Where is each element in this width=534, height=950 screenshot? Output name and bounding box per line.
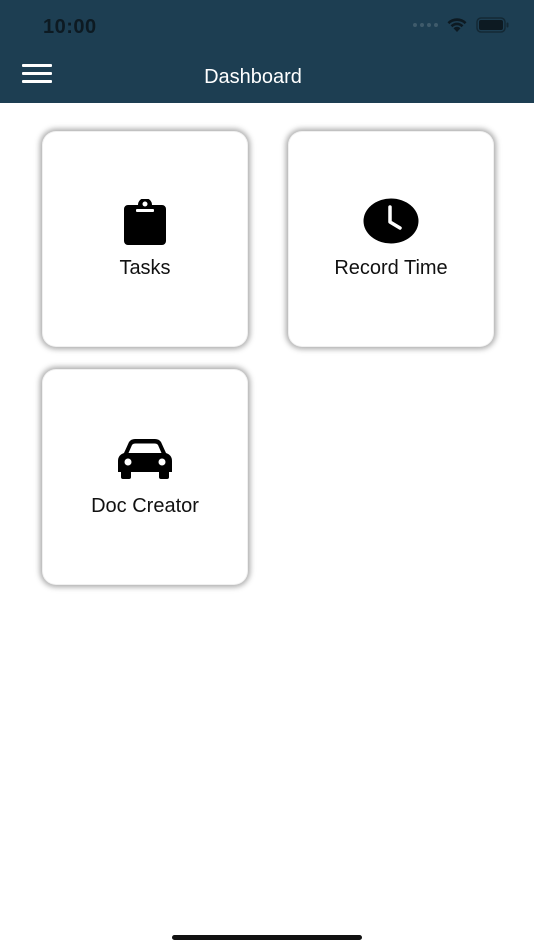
status-bar-time: 10:00 [43, 16, 97, 38]
tile-tasks[interactable]: Tasks [42, 131, 248, 347]
app-header: 10:00 Dashboard [0, 0, 534, 103]
battery-icon [476, 17, 509, 33]
clock-icon [288, 198, 494, 244]
page-title: Dashboard [204, 66, 302, 88]
tile-doc-creator-label: Doc Creator [91, 495, 199, 517]
wifi-icon [447, 18, 467, 32]
home-indicator[interactable] [172, 935, 362, 940]
car-icon [42, 438, 248, 480]
status-bar-icons [413, 17, 510, 33]
tile-tasks-label: Tasks [119, 257, 171, 279]
cellular-dots-icon [413, 23, 438, 27]
dashboard-screen: 10:00 Dashboard Tasks Record Time Doc Cr… [0, 0, 534, 950]
clipboard-icon [42, 199, 248, 245]
tile-record-time[interactable]: Record Time [288, 131, 494, 347]
tile-doc-creator[interactable]: Doc Creator [42, 369, 248, 585]
tile-record-time-label: Record Time [334, 257, 448, 279]
